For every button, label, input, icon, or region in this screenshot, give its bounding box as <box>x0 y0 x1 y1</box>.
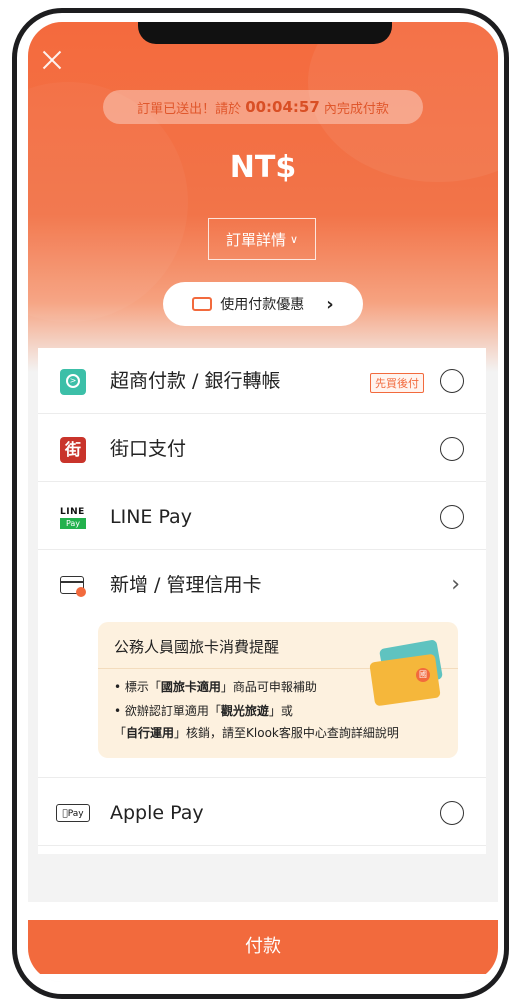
order-details-button[interactable]: 訂單詳情 ∨ <box>208 218 316 260</box>
chevron-right-icon: › <box>326 293 334 315</box>
radio-button[interactable] <box>440 369 464 393</box>
payment-timer: 訂單已送出！請於 00:04:57 內完成付款 <box>103 90 423 124</box>
phone-screen: 訂單已送出！請於 00:04:57 內完成付款 NT$ 訂單詳情 ∨ 使用付款優… <box>28 22 498 982</box>
notice-line: 「自行運用」核銷，請至Klook客服中心查詢詳細說明 <box>114 726 399 740</box>
payment-method-convenience-store[interactable]: > 超商付款 / 銀行轉帳 先買後付 <box>38 348 486 414</box>
radio-button[interactable] <box>440 801 464 825</box>
pay-button[interactable]: 付款 <box>28 920 498 974</box>
payment-method-label: 超商付款 / 銀行轉帳 <box>110 370 281 392</box>
close-icon[interactable] <box>40 48 64 72</box>
timer-value: 00:04:57 <box>245 98 320 116</box>
promo-label: 使用付款優惠 <box>220 297 305 313</box>
travel-card-illustration: 國 <box>368 634 454 714</box>
convenience-store-icon: > <box>60 369 86 395</box>
timer-prefix: 訂單已送出！請於 <box>137 101 242 117</box>
chevron-right-icon: › <box>451 572 460 597</box>
travel-card-notice: 公務人員國旅卡消費提醒 • 標示「國旅卡適用」商品可申報補助 • 欲辦認訂單適用… <box>98 622 458 758</box>
order-details-label: 訂單詳情 <box>225 230 286 249</box>
payment-method-line-pay[interactable]: LINE Pay LINE Pay <box>38 484 486 550</box>
payment-method-label: 街口支付 <box>110 438 187 460</box>
payment-method-label: 新增 / 管理信用卡 <box>110 574 262 596</box>
order-price: NT$ <box>229 150 297 185</box>
bnpl-badge: 先買後付 <box>370 373 424 393</box>
payment-method-jkopay[interactable]: 街 街口支付 <box>38 416 486 482</box>
radio-button[interactable] <box>440 505 464 529</box>
coupon-icon <box>192 297 213 311</box>
payment-method-credit-card[interactable]: 新增 / 管理信用卡 › <box>38 552 486 618</box>
travel-card-seal: 國 <box>416 668 430 682</box>
phone-notch <box>138 22 392 44</box>
line-pay-icon: LINE Pay <box>60 505 86 531</box>
payment-promo-button[interactable]: 使用付款優惠 › <box>163 282 363 326</box>
timer-suffix: 內完成付款 <box>323 101 389 117</box>
radio-button[interactable] <box>440 437 464 461</box>
payment-method-label: Apple Pay <box>110 802 204 824</box>
line-pay-icon-text: Pay <box>60 518 86 529</box>
line-pay-icon-text: LINE <box>60 507 85 517</box>
notice-line: • 標示「國旅卡適用」商品可申報補助 <box>114 680 317 694</box>
notice-line: • 欲辦認訂單適用「觀光旅遊」或 <box>114 704 293 718</box>
payment-methods-list: > 超商付款 / 銀行轉帳 先買後付 街 街口支付 LINE Pay LINE … <box>38 348 486 854</box>
payment-method-apple-pay[interactable]: Pay Apple Pay <box>38 780 486 846</box>
notice-title: 公務人員國旅卡消費提醒 <box>114 638 280 656</box>
chevron-down-icon: ∨ <box>289 232 299 246</box>
jkopay-icon: 街 <box>60 437 86 463</box>
credit-card-icon <box>60 573 86 599</box>
payment-method-label: LINE Pay <box>110 506 192 528</box>
apple-pay-icon: Pay <box>56 804 90 822</box>
apple-pay-icon-text: Pay <box>65 809 84 819</box>
